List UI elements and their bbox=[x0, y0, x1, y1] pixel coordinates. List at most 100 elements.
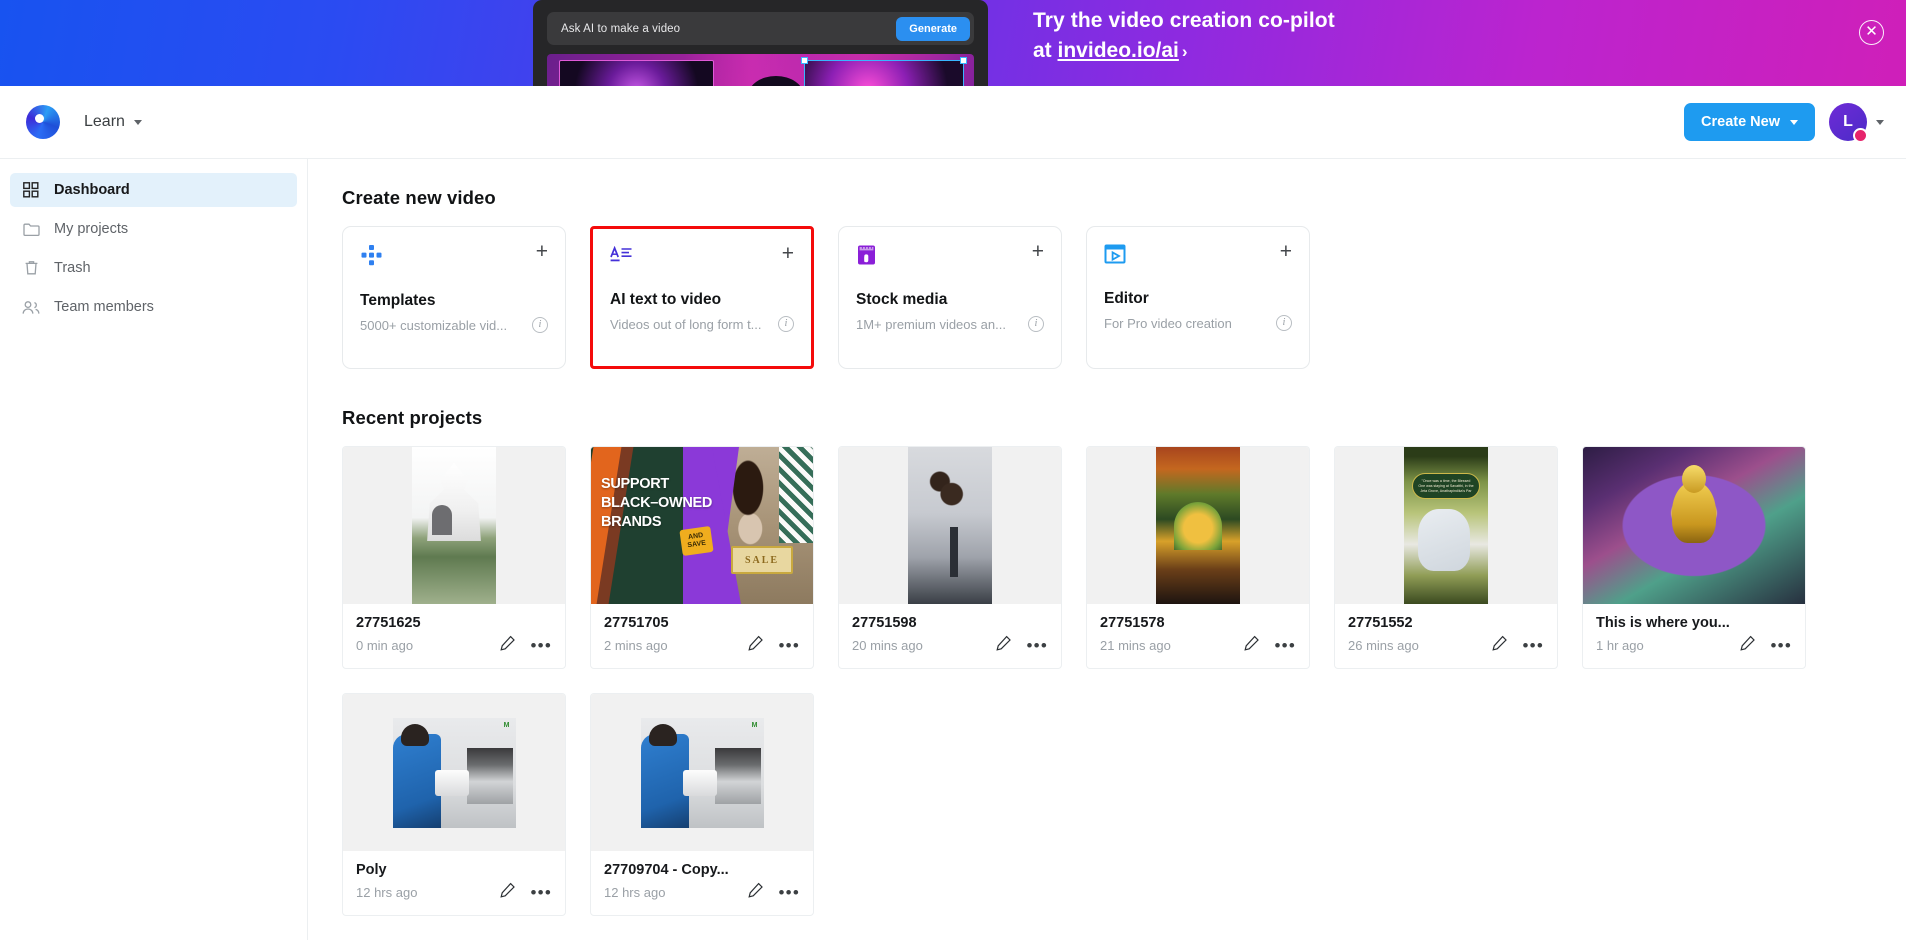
project-thumbnail bbox=[343, 447, 565, 604]
more-options-icon[interactable]: ••• bbox=[1523, 637, 1544, 654]
promo-generate-button[interactable]: Generate bbox=[896, 16, 970, 41]
info-icon[interactable]: i bbox=[1028, 316, 1044, 332]
project-card[interactable]: 27751598 20 mins ago ••• bbox=[838, 446, 1062, 669]
project-card[interactable]: 27751578 21 mins ago ••• bbox=[1086, 446, 1310, 669]
stock-media-icon bbox=[856, 244, 877, 271]
add-icon[interactable]: + bbox=[536, 241, 548, 262]
more-options-icon[interactable]: ••• bbox=[1771, 637, 1792, 654]
thumbnail-art-people bbox=[908, 447, 992, 604]
add-icon[interactable]: + bbox=[1032, 241, 1044, 262]
info-icon[interactable]: i bbox=[532, 317, 548, 333]
create-new-button[interactable]: Create New bbox=[1684, 103, 1815, 141]
sidebar-item-dashboard[interactable]: Dashboard bbox=[10, 173, 297, 207]
promo-preview-strip bbox=[547, 54, 974, 86]
edit-icon[interactable] bbox=[995, 635, 1012, 656]
project-timestamp: 2 mins ago bbox=[604, 638, 668, 653]
sidebar-item-my-projects[interactable]: My projects bbox=[10, 212, 297, 246]
project-thumbnail: M bbox=[591, 694, 813, 851]
project-thumbnail bbox=[839, 447, 1061, 604]
add-icon[interactable]: + bbox=[782, 243, 794, 264]
sidebar-item-label: Trash bbox=[54, 260, 91, 276]
thumb-worker-head bbox=[400, 723, 429, 746]
promo-prompt-row[interactable]: Ask AI to make a video Generate bbox=[547, 12, 974, 45]
edit-icon[interactable] bbox=[747, 882, 764, 903]
main-content: Create new video + Templates 5000+ custo… bbox=[308, 159, 1906, 940]
more-options-icon[interactable]: ••• bbox=[531, 637, 552, 654]
recent-section-title: Recent projects bbox=[342, 407, 483, 428]
promo-preview-handle-right bbox=[960, 57, 967, 64]
promo-link[interactable]: invideo.io/ai bbox=[1058, 39, 1179, 62]
text-to-video-icon bbox=[610, 245, 633, 271]
folder-icon bbox=[22, 220, 40, 238]
create-card-templates[interactable]: + Templates 5000+ customizable vid... i bbox=[342, 226, 566, 369]
chevron-down-icon bbox=[133, 119, 142, 125]
thumb-brand-logo: M bbox=[751, 721, 758, 729]
project-timestamp: 20 mins ago bbox=[852, 638, 923, 653]
create-card-ai-text-to-video[interactable]: + AI text to video Videos out of long fo… bbox=[590, 226, 814, 369]
workspace-selector[interactable]: Learn bbox=[84, 113, 142, 131]
more-options-icon[interactable]: ••• bbox=[1275, 637, 1296, 654]
project-timestamp: 12 hrs ago bbox=[356, 885, 418, 900]
sidebar-item-trash[interactable]: Trash bbox=[10, 251, 297, 285]
project-title: This is where you... bbox=[1596, 615, 1730, 631]
chevron-down-icon bbox=[1790, 119, 1798, 125]
sidebar-item-label: Team members bbox=[54, 299, 154, 315]
project-card[interactable]: 27751625 0 min ago ••• bbox=[342, 446, 566, 669]
edit-icon[interactable] bbox=[1491, 635, 1508, 656]
project-timestamp: 0 min ago bbox=[356, 638, 414, 653]
create-card-title: Stock media bbox=[856, 291, 948, 308]
project-timestamp: 21 mins ago bbox=[1100, 638, 1171, 653]
create-cards-row: + Templates 5000+ customizable vid... i bbox=[342, 226, 1906, 369]
close-icon[interactable]: ✕ bbox=[1859, 20, 1884, 45]
edit-icon[interactable] bbox=[499, 635, 516, 656]
create-card-stock-media[interactable]: + Stock media 1M+ premium videos an... i bbox=[838, 226, 1062, 369]
sidebar: Dashboard My projects Trash Team members bbox=[0, 159, 308, 940]
more-options-icon[interactable]: ••• bbox=[779, 637, 800, 654]
project-card[interactable]: M Poly 12 hrs ago ••• bbox=[342, 693, 566, 916]
project-card[interactable]: M 27709704 - Copy... 12 hrs ago ••• bbox=[590, 693, 814, 916]
add-icon[interactable]: + bbox=[1280, 241, 1292, 262]
chevron-down-icon bbox=[1876, 119, 1884, 125]
more-options-icon[interactable]: ••• bbox=[531, 884, 552, 901]
thumb-worker-head bbox=[648, 723, 677, 746]
trash-icon bbox=[22, 259, 40, 277]
sidebar-item-label: My projects bbox=[54, 221, 129, 237]
project-thumbnail bbox=[1583, 447, 1805, 604]
editor-icon bbox=[1104, 244, 1126, 270]
thumb-badge-line2: SAVE bbox=[687, 539, 707, 550]
promo-preview-handle-left bbox=[801, 57, 808, 64]
create-card-title: AI text to video bbox=[610, 291, 722, 308]
promo-subline: at invideo.io/ai › bbox=[1033, 36, 1335, 67]
thumb-worker bbox=[640, 733, 689, 828]
thumb-badge-and-save: AND SAVE bbox=[679, 526, 714, 556]
edit-icon[interactable] bbox=[1739, 635, 1756, 656]
account-menu[interactable]: L bbox=[1829, 103, 1884, 143]
more-options-icon[interactable]: ••• bbox=[1027, 637, 1048, 654]
thumbnail-art-support-black-owned: SALE SUPPORT BLACK–OWNED BRANDS AND SAVE bbox=[591, 447, 813, 604]
invideo-logo-icon bbox=[26, 105, 60, 139]
sidebar-item-team-members[interactable]: Team members bbox=[10, 290, 297, 324]
thumb-paper-roll bbox=[682, 769, 717, 796]
project-card[interactable]: This is where you... 1 hr ago ••• bbox=[1582, 446, 1806, 669]
thumbnail-art-quote: "Once was a time, the Blessed One was st… bbox=[1404, 447, 1488, 604]
project-timestamp: 26 mins ago bbox=[1348, 638, 1419, 653]
app-header: Learn Create New L bbox=[0, 86, 1906, 159]
more-options-icon[interactable]: ••• bbox=[779, 884, 800, 901]
project-card[interactable]: "Once was a time, the Blessed One was st… bbox=[1334, 446, 1558, 669]
thumb-headline-line1: SUPPORT bbox=[601, 476, 669, 492]
project-card[interactable]: SALE SUPPORT BLACK–OWNED BRANDS AND SAVE bbox=[590, 446, 814, 669]
avatar-notification-badge bbox=[1853, 128, 1868, 143]
create-section-title: Create new video bbox=[342, 187, 496, 208]
edit-icon[interactable] bbox=[747, 635, 764, 656]
edit-icon[interactable] bbox=[1243, 635, 1260, 656]
create-card-editor[interactable]: + Editor For Pro video creation i bbox=[1086, 226, 1310, 369]
edit-icon[interactable] bbox=[499, 882, 516, 903]
recent-projects-grid: 27751625 0 min ago ••• SALE SUPPORT BLAC… bbox=[342, 446, 1906, 916]
brand-logo-wrap[interactable] bbox=[14, 105, 72, 139]
info-icon[interactable]: i bbox=[1276, 315, 1292, 331]
info-icon[interactable]: i bbox=[778, 316, 794, 332]
sidebar-item-label: Dashboard bbox=[54, 182, 130, 198]
create-card-subtitle: 5000+ customizable vid... bbox=[360, 317, 508, 333]
project-thumbnail bbox=[1087, 447, 1309, 604]
project-timestamp: 12 hrs ago bbox=[604, 885, 666, 900]
